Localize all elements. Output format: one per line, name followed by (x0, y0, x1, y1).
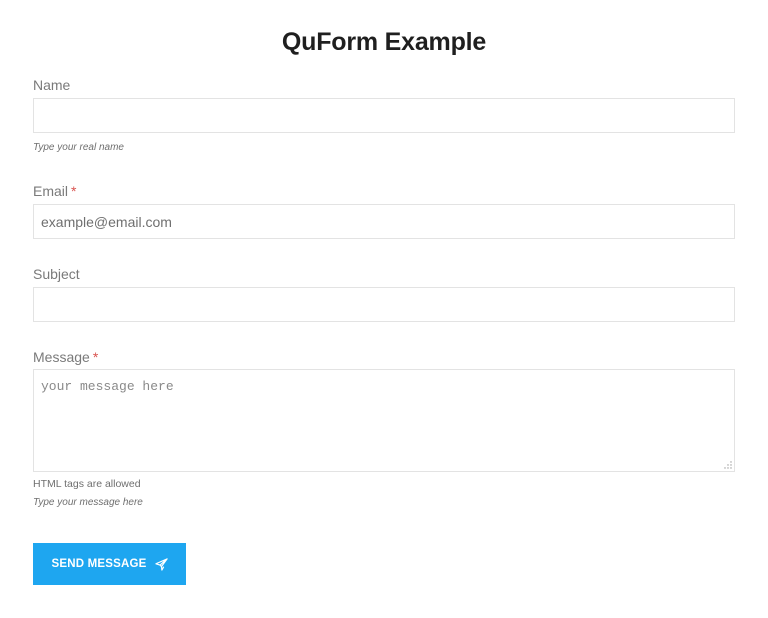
message-textarea[interactable] (33, 369, 735, 472)
form-title: QuForm Example (281, 28, 487, 56)
name-input[interactable] (33, 98, 735, 133)
paper-plane-icon (154, 557, 168, 571)
email-label: Email * (33, 183, 76, 199)
quform-page: QuForm Example Name Type your real name … (0, 0, 768, 618)
name-hint: Type your real name (33, 142, 124, 153)
message-required-mark: * (92, 349, 99, 365)
name-label-text: Name (33, 77, 71, 93)
message-hint: Type your message here (33, 497, 143, 508)
subject-input[interactable] (33, 287, 735, 322)
message-label-text: Message (33, 349, 90, 365)
html-allowed-note: HTML tags are allowed (33, 478, 141, 490)
subject-label-text: Subject (33, 266, 80, 282)
email-input[interactable] (33, 204, 735, 239)
resize-grip-icon[interactable] (724, 461, 732, 469)
email-required-mark: * (71, 183, 77, 199)
send-message-label: SEND MESSAGE (51, 558, 147, 570)
message-label: Message * (33, 349, 98, 365)
send-message-button[interactable]: SEND MESSAGE (33, 543, 186, 585)
subject-label: Subject (33, 266, 80, 282)
name-label: Name (33, 77, 70, 93)
email-label-text: Email (33, 183, 69, 199)
